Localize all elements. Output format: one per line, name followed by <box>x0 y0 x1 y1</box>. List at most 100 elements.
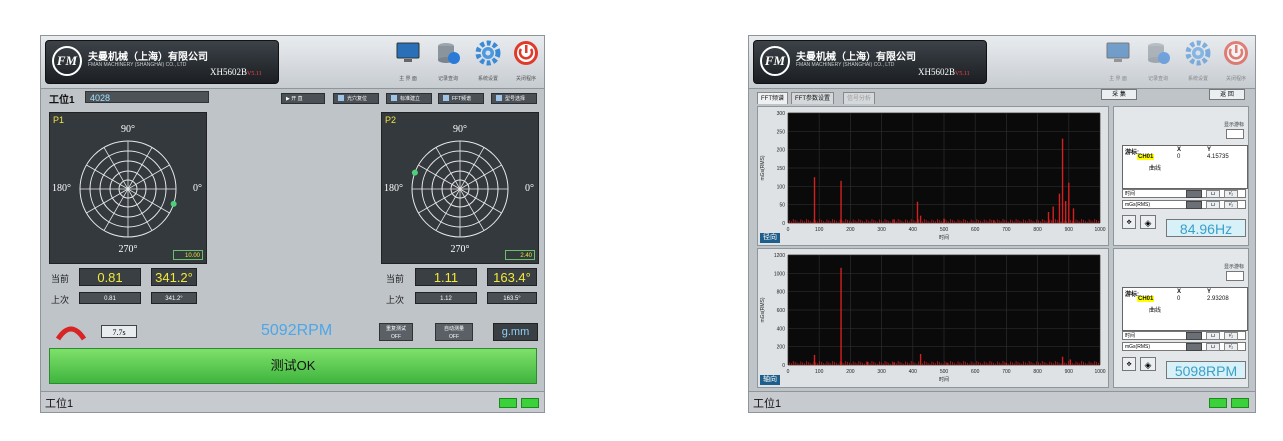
model-select-button[interactable]: 型号选择 <box>491 93 537 104</box>
frequency-readout: 84.96Hz <box>1166 219 1246 237</box>
radial-spectrum-chart: 0 100 200 300 400 500 600 700 800 900 1000 0 50 100 15… <box>757 106 1109 246</box>
y-tick-label: 400 <box>777 326 786 332</box>
y-tick-label: 50 <box>779 203 785 209</box>
axial-cursor-panel: 显示游标 游标: X Y CH01 0 2.93208 曲线 时间 mGs(RM… <box>1113 248 1249 388</box>
monitor-icon <box>1106 42 1130 62</box>
y-tick-label: 200 <box>777 345 786 351</box>
gear-icon <box>475 40 501 66</box>
fft-spectrum-button[interactable]: FFT频谱 <box>438 93 484 104</box>
axis-zoom-button[interactable]: ⊔ <box>1206 343 1220 351</box>
axis-format-button[interactable] <box>1186 190 1202 198</box>
polar-grid <box>411 140 509 238</box>
y-tick-label: 1200 <box>774 253 785 259</box>
channel-badge: CH01 <box>1137 296 1155 302</box>
status-bar: 工位1 <box>749 391 1255 412</box>
x-tick-label: 600 <box>971 369 980 375</box>
close-program-button[interactable]: 关闭程序 <box>511 40 541 84</box>
monitor-icon <box>396 42 420 62</box>
pan-tool-icon[interactable]: ✥ <box>1122 215 1136 229</box>
acquire-button[interactable]: 采 集 <box>1101 89 1137 100</box>
current-label: 当前 <box>51 274 70 284</box>
header-bar: FM 夫曼机械（上海）有限公司 FMAN MACHINERY (SHANGHAI… <box>41 36 544 89</box>
list-icon <box>496 95 502 101</box>
cycle-timer: 7.7s <box>101 325 137 338</box>
rpm-readout: 5098RPM <box>1166 361 1246 379</box>
x-axis-label: 时间 <box>939 234 949 241</box>
cursor-toggle[interactable] <box>1226 271 1244 281</box>
build-standard-button[interactable]: 标准建立 <box>386 93 432 104</box>
run-button[interactable]: ▶ 开 直 <box>281 93 325 104</box>
status-station: 工位1 <box>45 398 74 410</box>
axis-scale-button[interactable]: ¹⁄₂ <box>1224 343 1238 351</box>
workpiece-number-field[interactable]: 4028 <box>85 91 209 103</box>
back-button[interactable]: 返 回 <box>1209 89 1245 100</box>
rpm-readout: 5092RPM <box>261 322 333 339</box>
x-tick-label: 700 <box>1002 227 1011 233</box>
system-settings-button[interactable]: 系统设置 <box>1183 40 1213 84</box>
y-tick-label: 150 <box>777 166 786 172</box>
system-settings-button[interactable]: 系统设置 <box>473 40 503 84</box>
previous-label: 上次 <box>51 295 70 305</box>
repeat-test-toggle[interactable]: 重复测试 OFF <box>379 323 413 341</box>
x-tick-label: 400 <box>909 227 918 233</box>
x-tick-label: 400 <box>909 369 918 375</box>
status-station: 工位1 <box>753 398 782 410</box>
y-tick-label: 200 <box>777 148 786 154</box>
power-icon <box>1224 41 1248 65</box>
document-icon <box>391 95 397 101</box>
fft-spectrum-screen: FM 夫曼机械（上海）有限公司 FMAN MACHINERY (SHANGHAI… <box>748 35 1256 413</box>
main-screen-button[interactable]: 主 界 面 <box>1103 40 1133 84</box>
axis-scale-button[interactable]: ¹⁄₂ <box>1224 190 1238 198</box>
status-bar: 工位1 <box>41 391 544 412</box>
header-bar: FM 夫曼机械（上海）有限公司 FMAN MACHINERY (SHANGHAI… <box>749 36 1255 89</box>
axis-format-button[interactable] <box>1186 332 1202 340</box>
axial-spectrum-plot: 0 100 200 300 400 500 600 700 800 900 1000 0 200 400 6… <box>760 253 1106 383</box>
cursor-toggle[interactable] <box>1226 129 1244 139</box>
axis-zoom-button[interactable]: ⊔ <box>1206 190 1220 198</box>
tab-signal-analysis[interactable]: 信号分析 <box>843 92 876 104</box>
y-tick-label: 800 <box>777 290 786 296</box>
x-tick-label: 600 <box>971 227 980 233</box>
axis-format-button[interactable] <box>1186 343 1202 351</box>
main-screen-button[interactable]: 主 界 面 <box>393 40 423 84</box>
p2-previous-angle: 163.5° <box>487 292 537 304</box>
axis-format-button[interactable] <box>1186 201 1202 209</box>
polar-plot-p1: P1 90° 180° 0° 270° 10.00 <box>49 112 207 264</box>
gear-icon <box>1185 40 1211 66</box>
balancer-main-screen: FM 夫曼机械（上海）有限公司 FMAN MACHINERY (SHANGHAI… <box>40 35 545 413</box>
y-axis-label: mGs(RMS) <box>760 155 766 180</box>
p1-current-magnitude: 0.81 <box>79 268 141 286</box>
axis-scale-button[interactable]: ¹⁄₂ <box>1224 332 1238 340</box>
spindle-brake-icon <box>55 326 87 341</box>
x-tick-label: 100 <box>815 227 824 233</box>
x-tick-label: 0 <box>787 369 790 375</box>
record-query-button[interactable]: 记录查询 <box>433 40 463 84</box>
y-tick-label: 0 <box>782 221 785 227</box>
model-label: XH5602BV5.11 <box>918 67 970 77</box>
record-query-button[interactable]: 记录查询 <box>1143 40 1173 84</box>
cursor-table: 游标: X Y CH01 0 4.15735 曲线 <box>1122 145 1248 189</box>
company-logo-box: FM 夫曼机械（上海）有限公司 FMAN MACHINERY (SHANGHAI… <box>753 40 987 84</box>
reset-button[interactable]: 光穴复位 <box>333 93 379 104</box>
tab-fft-settings[interactable]: FFT参数设置 <box>791 92 834 104</box>
p1-current-angle: 341.2° <box>151 268 197 286</box>
p1-previous-magnitude: 0.81 <box>79 292 141 304</box>
axis-zoom-button[interactable]: ⊔ <box>1206 332 1220 340</box>
p1-previous-angle: 341.2° <box>151 292 197 304</box>
current-label: 当前 <box>386 274 405 284</box>
zoom-tool-icon[interactable]: ◈ <box>1140 357 1156 371</box>
tab-fft-spectrum[interactable]: FFT频谱 <box>757 92 788 104</box>
x-tick-label: 1000 <box>1094 227 1105 233</box>
refresh-icon <box>338 95 344 101</box>
polar-grid <box>79 140 177 238</box>
pan-tool-icon[interactable]: ✥ <box>1122 357 1136 371</box>
axis-scale-button[interactable]: ¹⁄₂ <box>1224 201 1238 209</box>
zoom-tool-icon[interactable]: ◈ <box>1140 215 1156 229</box>
database-icon <box>1148 43 1170 64</box>
close-program-button[interactable]: 关闭程序 <box>1221 40 1251 84</box>
unbalance-point <box>411 169 418 176</box>
unit-selector[interactable]: g.mm <box>493 323 538 341</box>
axis-zoom-button[interactable]: ⊔ <box>1206 201 1220 209</box>
x-tick-label: 300 <box>877 369 886 375</box>
auto-measure-toggle[interactable]: 自动测量 OFF <box>435 323 473 341</box>
